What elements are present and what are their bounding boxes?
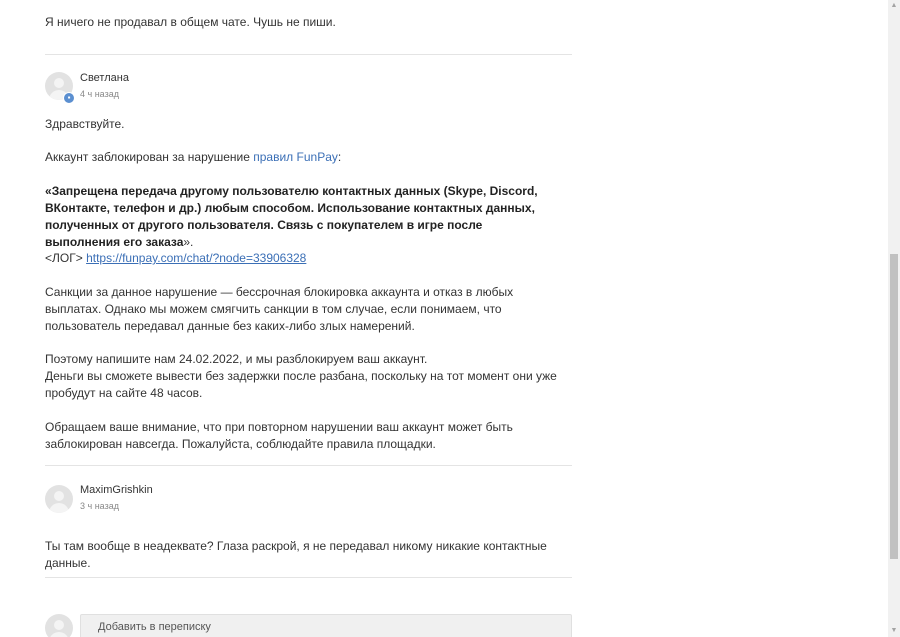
comment-unblock-line1: Поэтому напишите нам 24.02.2022, и мы ра…	[45, 352, 428, 366]
comment-author[interactable]: MaximGrishkin	[80, 484, 153, 496]
blocked-prefix: Аккаунт заблокирован за нарушение	[45, 150, 254, 164]
comment-blocked-notice: Аккаунт заблокирован за нарушение правил…	[45, 149, 555, 166]
avatar-head	[54, 620, 64, 630]
divider	[45, 54, 572, 55]
divider	[45, 577, 572, 578]
comment-greeting: Здравствуйте.	[45, 117, 125, 131]
divider	[45, 465, 572, 466]
avatar	[45, 614, 73, 637]
comment-sanctions: Санкции за данное нарушение — бессрочная…	[45, 285, 514, 333]
avatar-head	[54, 78, 64, 88]
comment-author[interactable]: Светлана	[80, 72, 129, 84]
reply-input[interactable]: Добавить в переписку	[80, 614, 572, 637]
avatar[interactable]	[45, 485, 73, 513]
comment-log: <ЛОГ> https://funpay.com/chat/?node=3390…	[45, 250, 555, 267]
comment-time: 4 ч назад	[80, 89, 119, 99]
scrollbar-thumb[interactable]	[890, 254, 898, 559]
avatar-body	[49, 632, 69, 637]
comment-time: 3 ч назад	[80, 501, 119, 511]
scroll-up-arrow-icon[interactable]: ▲	[888, 0, 900, 12]
comment-rule-quote: «Запрещена передача другому пользователю…	[45, 183, 545, 251]
comment-text: Ты там вообще в неадеквате? Глаза раскро…	[45, 539, 547, 570]
scroll-down-arrow-icon[interactable]: ▼	[888, 625, 900, 637]
rule-close-quote: ».	[183, 235, 194, 249]
previous-message-text: Я ничего не продавал в общем чате. Чушь …	[45, 15, 336, 29]
rule-text: Запрещена передача другому пользователю …	[45, 184, 538, 249]
vertical-scrollbar[interactable]: ▲ ▼	[888, 0, 900, 637]
rule-open-quote: «	[45, 184, 52, 198]
support-badge-icon: ▪	[63, 92, 75, 104]
log-label: <ЛОГ>	[45, 251, 83, 265]
comment-unblock-line2: Деньги вы сможете вывести без задержки п…	[45, 369, 557, 400]
rules-link[interactable]: правил FunPay	[253, 150, 338, 164]
blocked-suffix: :	[337, 150, 342, 164]
log-link[interactable]: https://funpay.com/chat/?node=33906328	[86, 251, 306, 265]
comments-thread: Я ничего не продавал в общем чате. Чушь …	[0, 0, 888, 637]
avatar-head	[54, 491, 64, 501]
avatar-body	[49, 503, 69, 513]
comment-warning: Обращаем ваше внимание, что при повторно…	[45, 420, 513, 451]
